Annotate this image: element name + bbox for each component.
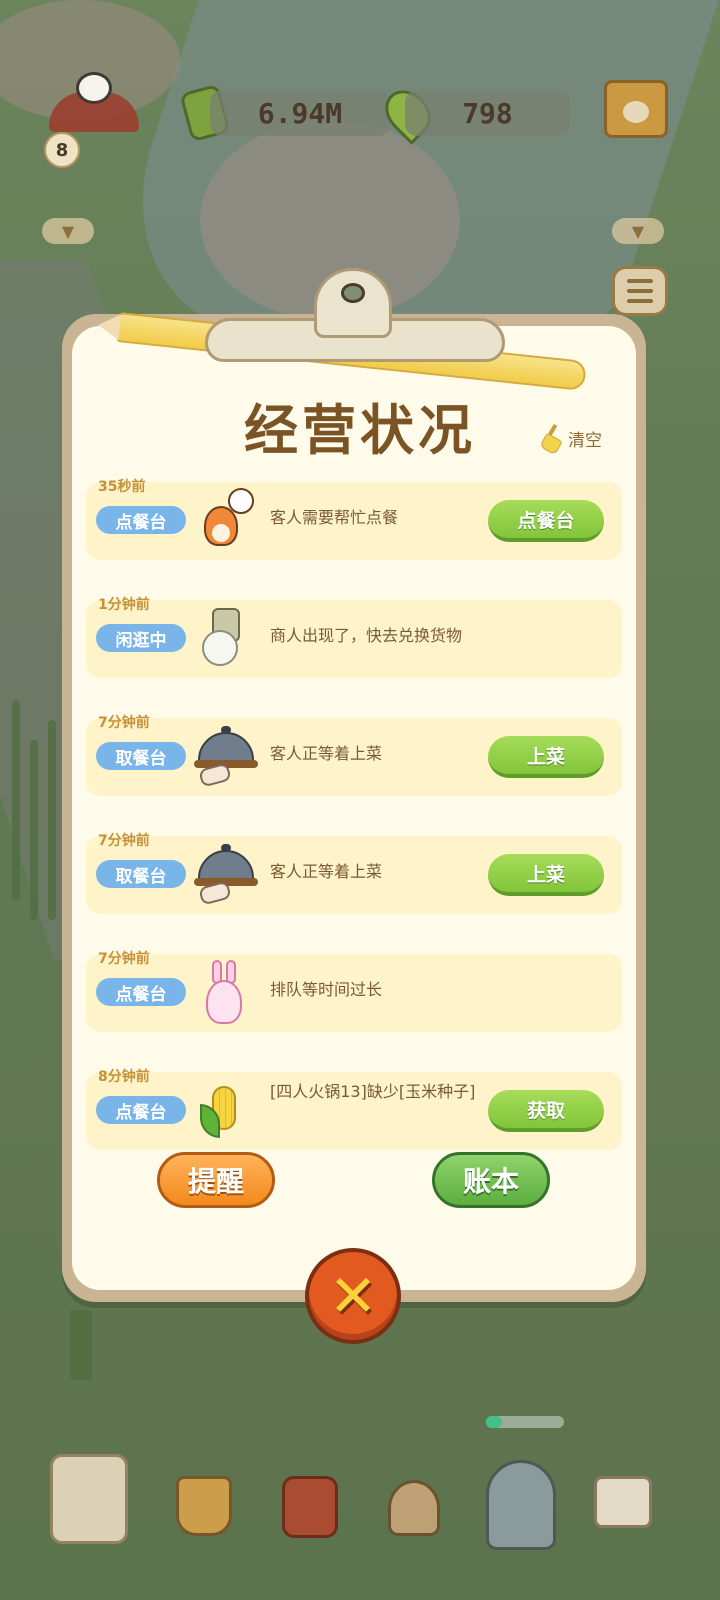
serve-dish-button[interactable]: 上菜 <box>488 854 604 896</box>
cloche-icon <box>194 842 258 910</box>
menu-line <box>627 289 653 293</box>
menu-book-icon[interactable] <box>282 1476 338 1538</box>
bamboo-counter: 6.94M <box>210 90 390 136</box>
fox-icon <box>194 488 258 556</box>
timestamp: 7分钟前 <box>98 715 150 731</box>
close-button[interactable]: ✕ <box>305 1248 401 1344</box>
serve-dish-button[interactable]: 上菜 <box>488 736 604 778</box>
location-tag: 点餐台 <box>96 978 186 1006</box>
status-message: 客人正等着上菜 <box>270 862 383 881</box>
timestamp: 1分钟前 <box>98 597 150 613</box>
list-item: 8分钟前 点餐台 [四人火锅13]缺少[玉米种子] 获取 <box>86 1052 622 1170</box>
list-item: 1分钟前 闲逛中 商人出现了，快去兑换货物 <box>86 580 622 698</box>
location-tag: 取餐台 <box>96 742 186 770</box>
goto-order-counter-button[interactable]: 点餐台 <box>488 500 604 542</box>
status-message: 客人需要帮忙点餐 <box>270 508 399 527</box>
timestamp: 7分钟前 <box>98 833 150 849</box>
cloche-icon <box>194 724 258 792</box>
right-dropdown-tab[interactable]: ▼ <box>612 218 664 244</box>
location-tag: 点餐台 <box>96 506 186 534</box>
paint-bucket-icon[interactable] <box>176 1476 232 1536</box>
clear-label: 清空 <box>568 430 602 451</box>
status-message: 排队等时间过长 <box>270 980 383 999</box>
get-item-button[interactable]: 获取 <box>488 1090 604 1132</box>
list-item: 7分钟前 点餐台 排队等时间过长 <box>86 934 622 1052</box>
tools-icon[interactable] <box>388 1480 440 1536</box>
menu-line <box>627 299 653 303</box>
status-message: 客人正等着上菜 <box>270 744 383 763</box>
character-icon[interactable] <box>486 1460 556 1550</box>
leaf-count: 798 <box>462 96 513 130</box>
map-icon[interactable] <box>50 1454 128 1544</box>
shop-icon <box>623 101 649 123</box>
list-item: 7分钟前 取餐台 客人正等着上菜 上菜 <box>86 816 622 934</box>
restaurant-level[interactable]: 8 <box>44 72 144 168</box>
sheep-merchant-icon <box>194 606 258 674</box>
corn-icon <box>194 1078 258 1146</box>
status-message: 商人出现了，快去兑换货物 <box>270 626 463 645</box>
mail-box-icon[interactable] <box>594 1476 652 1528</box>
clip-hole <box>341 283 365 303</box>
location-tag: 取餐台 <box>96 860 186 888</box>
panel-title: 经营状况 <box>244 399 476 462</box>
broom-icon <box>540 424 562 452</box>
status-list[interactable]: 35秒前 点餐台 客人需要帮忙点餐 点餐台 1分钟前 闲逛中 商人出现了，快去兑… <box>86 462 622 1170</box>
menu-line <box>627 279 653 283</box>
order-bubble-icon <box>228 488 254 514</box>
chevron-down-icon: ▼ <box>631 221 645 241</box>
bottom-toolbar <box>0 1440 720 1600</box>
sheep-body <box>202 630 238 666</box>
fox-belly <box>212 524 230 542</box>
bunny-icon <box>194 960 258 1028</box>
remind-button[interactable]: 提醒 <box>157 1152 275 1208</box>
ledger-button[interactable]: 账本 <box>432 1152 550 1208</box>
list-item: 7分钟前 取餐台 客人正等着上菜 上菜 <box>86 698 622 816</box>
clear-button[interactable]: 清空 <box>540 424 602 452</box>
close-icon: ✕ <box>328 1262 378 1330</box>
shop-button[interactable] <box>604 80 668 138</box>
level-badge: 8 <box>44 132 80 168</box>
chevron-down-icon: ▼ <box>61 221 75 241</box>
bunny-body <box>206 980 242 1024</box>
location-tag: 点餐台 <box>96 1096 186 1124</box>
panda-icon <box>76 72 112 104</box>
timestamp: 8分钟前 <box>98 1069 150 1085</box>
left-dropdown-tab[interactable]: ▼ <box>42 218 94 244</box>
leaf-counter: 798 <box>405 90 570 136</box>
cloche-dome <box>198 850 254 880</box>
status-message: [四人火锅13]缺少[玉米种子] <box>270 1082 476 1101</box>
progress-bar <box>486 1416 564 1428</box>
timestamp: 7分钟前 <box>98 951 150 967</box>
bamboo-count: 6.94M <box>257 96 343 130</box>
timestamp: 35秒前 <box>98 479 146 495</box>
menu-button[interactable] <box>612 266 668 316</box>
clip-icon <box>314 268 392 338</box>
list-item: 35秒前 点餐台 客人需要帮忙点餐 点餐台 <box>86 462 622 580</box>
cloche-dome <box>198 732 254 762</box>
location-tag: 闲逛中 <box>96 624 186 652</box>
progress-fill <box>486 1416 502 1428</box>
